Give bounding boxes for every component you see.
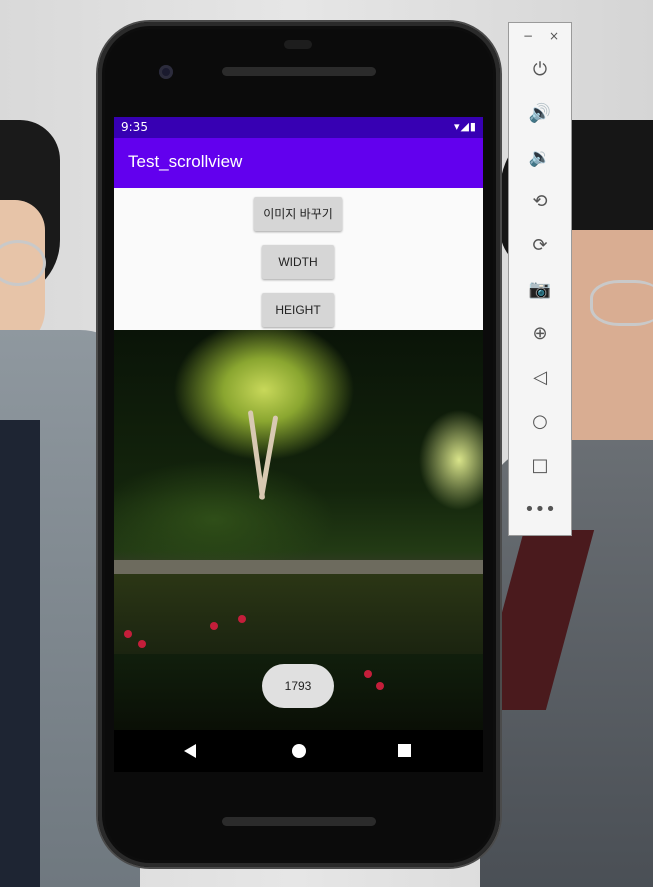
close-button[interactable]: × bbox=[549, 29, 559, 43]
status-time: 9:35 bbox=[121, 120, 148, 134]
width-button[interactable]: WIDTH bbox=[262, 245, 334, 279]
change-image-button[interactable]: 이미지 바꾸기 bbox=[254, 197, 342, 231]
wallpaper-shirt-left bbox=[0, 420, 40, 887]
front-camera-icon bbox=[159, 65, 173, 79]
flower bbox=[124, 630, 132, 638]
overview-icon[interactable]: □ bbox=[509, 451, 571, 481]
phone-speaker-top bbox=[222, 67, 376, 76]
status-bar: 9:35 ▾◢▮ bbox=[114, 117, 483, 138]
flower bbox=[210, 622, 218, 630]
app-title: Test_scrollview bbox=[128, 152, 243, 171]
emulator-toolbar: − × ⏻ 🔊 🔉 ⟲ ⟳ 📷 ⊕ ◁ ○ □ ••• bbox=[508, 22, 572, 536]
toast-message: 1793 bbox=[262, 664, 334, 708]
rotate-right-icon[interactable]: ⟳ bbox=[509, 231, 571, 261]
nav-recents-icon[interactable] bbox=[398, 744, 411, 757]
power-icon[interactable]: ⏻ bbox=[509, 55, 571, 85]
height-button[interactable]: HEIGHT bbox=[262, 293, 334, 327]
navigation-bar bbox=[114, 730, 483, 772]
status-icons: ▾◢▮ bbox=[453, 120, 477, 133]
flower bbox=[376, 682, 384, 690]
camera-icon[interactable]: 📷 bbox=[509, 275, 571, 305]
wallpaper-glasses-right bbox=[590, 280, 653, 326]
phone-speaker-bottom bbox=[222, 817, 376, 826]
minimize-button[interactable]: − bbox=[523, 29, 533, 43]
button-panel: 이미지 바꾸기 WIDTH HEIGHT bbox=[114, 188, 483, 330]
home-icon[interactable]: ○ bbox=[509, 407, 571, 437]
zoom-icon[interactable]: ⊕ bbox=[509, 319, 571, 349]
nav-home-icon[interactable] bbox=[292, 744, 306, 758]
flower bbox=[364, 670, 372, 678]
phone-sensor bbox=[284, 40, 312, 49]
tree-trunk bbox=[258, 415, 279, 500]
pond-water bbox=[114, 574, 483, 654]
flower bbox=[238, 615, 246, 623]
nav-back-icon[interactable] bbox=[184, 744, 196, 758]
rotate-left-icon[interactable]: ⟲ bbox=[509, 187, 571, 217]
pond-wall bbox=[114, 560, 483, 574]
phone-screen: 9:35 ▾◢▮ Test_scrollview 이미지 바꾸기 WIDTH H… bbox=[114, 117, 483, 730]
back-icon[interactable]: ◁ bbox=[509, 363, 571, 393]
volume-up-icon[interactable]: 🔊 bbox=[509, 99, 571, 129]
more-icon[interactable]: ••• bbox=[509, 495, 571, 525]
flower bbox=[138, 640, 146, 648]
app-bar: Test_scrollview bbox=[114, 138, 483, 188]
volume-down-icon[interactable]: 🔉 bbox=[509, 143, 571, 173]
